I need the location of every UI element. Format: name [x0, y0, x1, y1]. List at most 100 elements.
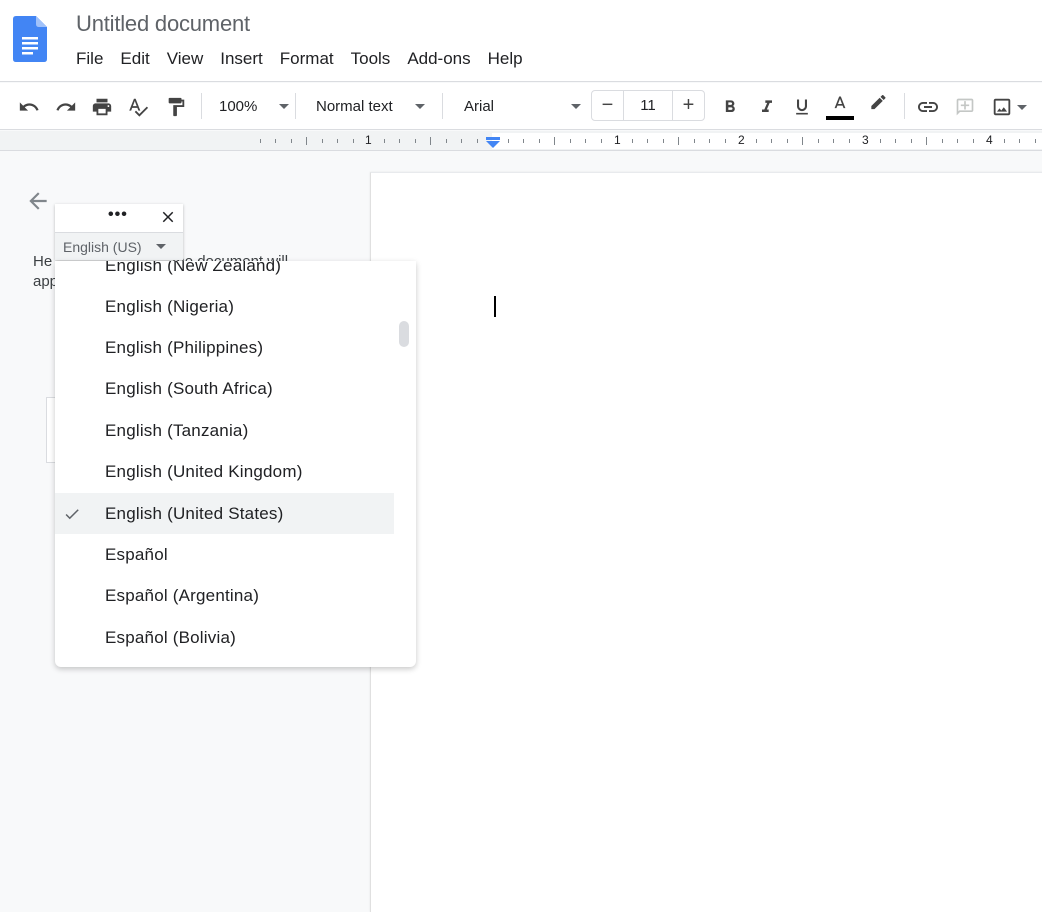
menu-file[interactable]: File [76, 49, 103, 69]
document-page[interactable] [370, 172, 1042, 912]
indent-marker-icon[interactable] [486, 137, 500, 149]
spellcheck-button[interactable] [126, 95, 150, 119]
language-option[interactable]: Español [55, 534, 394, 575]
ruler-tick [911, 139, 912, 143]
bold-button[interactable] [718, 95, 742, 119]
toolbar-separator [442, 93, 443, 119]
chevron-down-icon [571, 103, 582, 109]
highlight-button[interactable] [866, 93, 890, 117]
language-option[interactable]: Español (Bolivia) [55, 617, 394, 658]
bold-icon [725, 100, 735, 112]
language-option-label: English (Nigeria) [105, 296, 235, 316]
more-options-icon[interactable]: ••• [108, 206, 128, 224]
horizontal-ruler[interactable]: 1 1 2 3 4 [0, 131, 1042, 151]
text-color-icon [834, 96, 846, 109]
ruler-tick [957, 139, 958, 143]
ruler-tick [508, 139, 509, 143]
document-title[interactable]: Untitled document [76, 11, 250, 37]
font-value: Arial [464, 97, 495, 115]
language-option[interactable]: English (New Zealand) [55, 261, 394, 286]
docs-logo-icon[interactable] [13, 16, 47, 62]
language-option-label: Español (Bolivia) [105, 627, 236, 647]
ruler-tick [756, 139, 757, 143]
toolbar: 100% Normal text Arial − 11 + [0, 83, 1042, 130]
language-option[interactable]: English (Tanzania) [55, 410, 394, 451]
ruler-tick [973, 139, 974, 143]
language-select-value: English (US) [63, 238, 142, 255]
outline-text-line: He [33, 253, 53, 270]
italic-icon [762, 100, 772, 112]
ruler-tick [647, 139, 648, 143]
language-option-label: Español (Argentina) [105, 585, 260, 605]
ruler-label: 1 [614, 133, 621, 147]
insert-image-button[interactable] [987, 95, 1031, 119]
dropdown-scrollbar-thumb[interactable] [399, 321, 409, 347]
font-size-control: − 11 + [591, 90, 705, 121]
ruler-tick [678, 137, 679, 145]
toolbar-separator [295, 93, 296, 119]
paint-format-button[interactable] [164, 95, 188, 119]
toolbar-separator [904, 93, 905, 119]
menu-view[interactable]: View [167, 49, 204, 69]
decrease-font-size-button[interactable]: − [592, 91, 623, 120]
menu-bar: File Edit View Insert Format Tools Add-o… [76, 49, 540, 69]
ruler-tick [477, 139, 478, 143]
language-option[interactable]: English (United Kingdom) [55, 451, 394, 492]
italic-button[interactable] [755, 95, 779, 119]
undo-icon [19, 102, 39, 111]
close-icon[interactable] [159, 208, 177, 226]
language-option-label: English (Philippines) [105, 337, 264, 357]
insert-link-button[interactable] [915, 95, 941, 119]
print-button[interactable] [90, 95, 114, 119]
language-option-label: English (New Zealand) [105, 261, 282, 275]
text-cursor [494, 296, 496, 317]
menu-tools[interactable]: Tools [351, 49, 391, 69]
ruler-tick [446, 139, 447, 143]
add-comment-button[interactable] [953, 95, 977, 119]
ruler-tick [787, 139, 788, 143]
ruler-tick [1004, 139, 1005, 143]
zoom-value: 100% [219, 97, 258, 115]
ruler-tick [1019, 139, 1020, 143]
back-arrow-icon[interactable] [25, 188, 51, 214]
language-option-selected[interactable]: English (United States) [55, 493, 394, 534]
increase-font-size-button[interactable]: + [673, 91, 704, 120]
language-option[interactable]: English (South Africa) [55, 368, 394, 409]
menu-help[interactable]: Help [488, 49, 523, 69]
language-option-label: English (South Africa) [105, 378, 273, 398]
text-color-button[interactable] [826, 91, 854, 123]
insert-image-icon [993, 98, 1011, 116]
ruler-tick [306, 137, 307, 145]
ruler-tick [353, 139, 354, 143]
ruler-tick [337, 139, 338, 143]
font-select[interactable]: Arial [452, 91, 582, 121]
language-option[interactable]: English (Philippines) [55, 327, 394, 368]
ruler-tick [523, 139, 524, 143]
ruler-tick [926, 137, 927, 145]
ruler-tick [771, 139, 772, 143]
chevron-down-icon [279, 103, 290, 109]
app-header: Untitled document File Edit View Insert … [0, 0, 1042, 82]
paragraph-style-select[interactable]: Normal text [306, 91, 436, 121]
redo-button[interactable] [54, 95, 78, 119]
language-option[interactable]: Español (Argentina) [55, 575, 394, 616]
menu-insert[interactable]: Insert [220, 49, 263, 69]
language-option[interactable]: English (Nigeria) [55, 286, 394, 327]
ruler-tick [694, 139, 695, 143]
highlight-icon [871, 95, 886, 110]
font-size-input[interactable]: 11 [623, 91, 673, 120]
ruler-tick [415, 139, 416, 143]
menu-add-ons[interactable]: Add-ons [407, 49, 470, 69]
language-select[interactable]: English (US) [55, 232, 183, 260]
text-color-swatch [826, 116, 854, 120]
ruler-tick [663, 139, 664, 143]
ruler-tick [895, 139, 896, 143]
ruler-tick [570, 139, 571, 143]
ruler-label: 2 [738, 133, 745, 147]
menu-edit[interactable]: Edit [120, 49, 149, 69]
ruler-tick [802, 137, 803, 145]
zoom-select[interactable]: 100% [210, 91, 290, 121]
underline-button[interactable] [790, 95, 814, 119]
undo-button[interactable] [17, 95, 41, 119]
menu-format[interactable]: Format [280, 49, 334, 69]
